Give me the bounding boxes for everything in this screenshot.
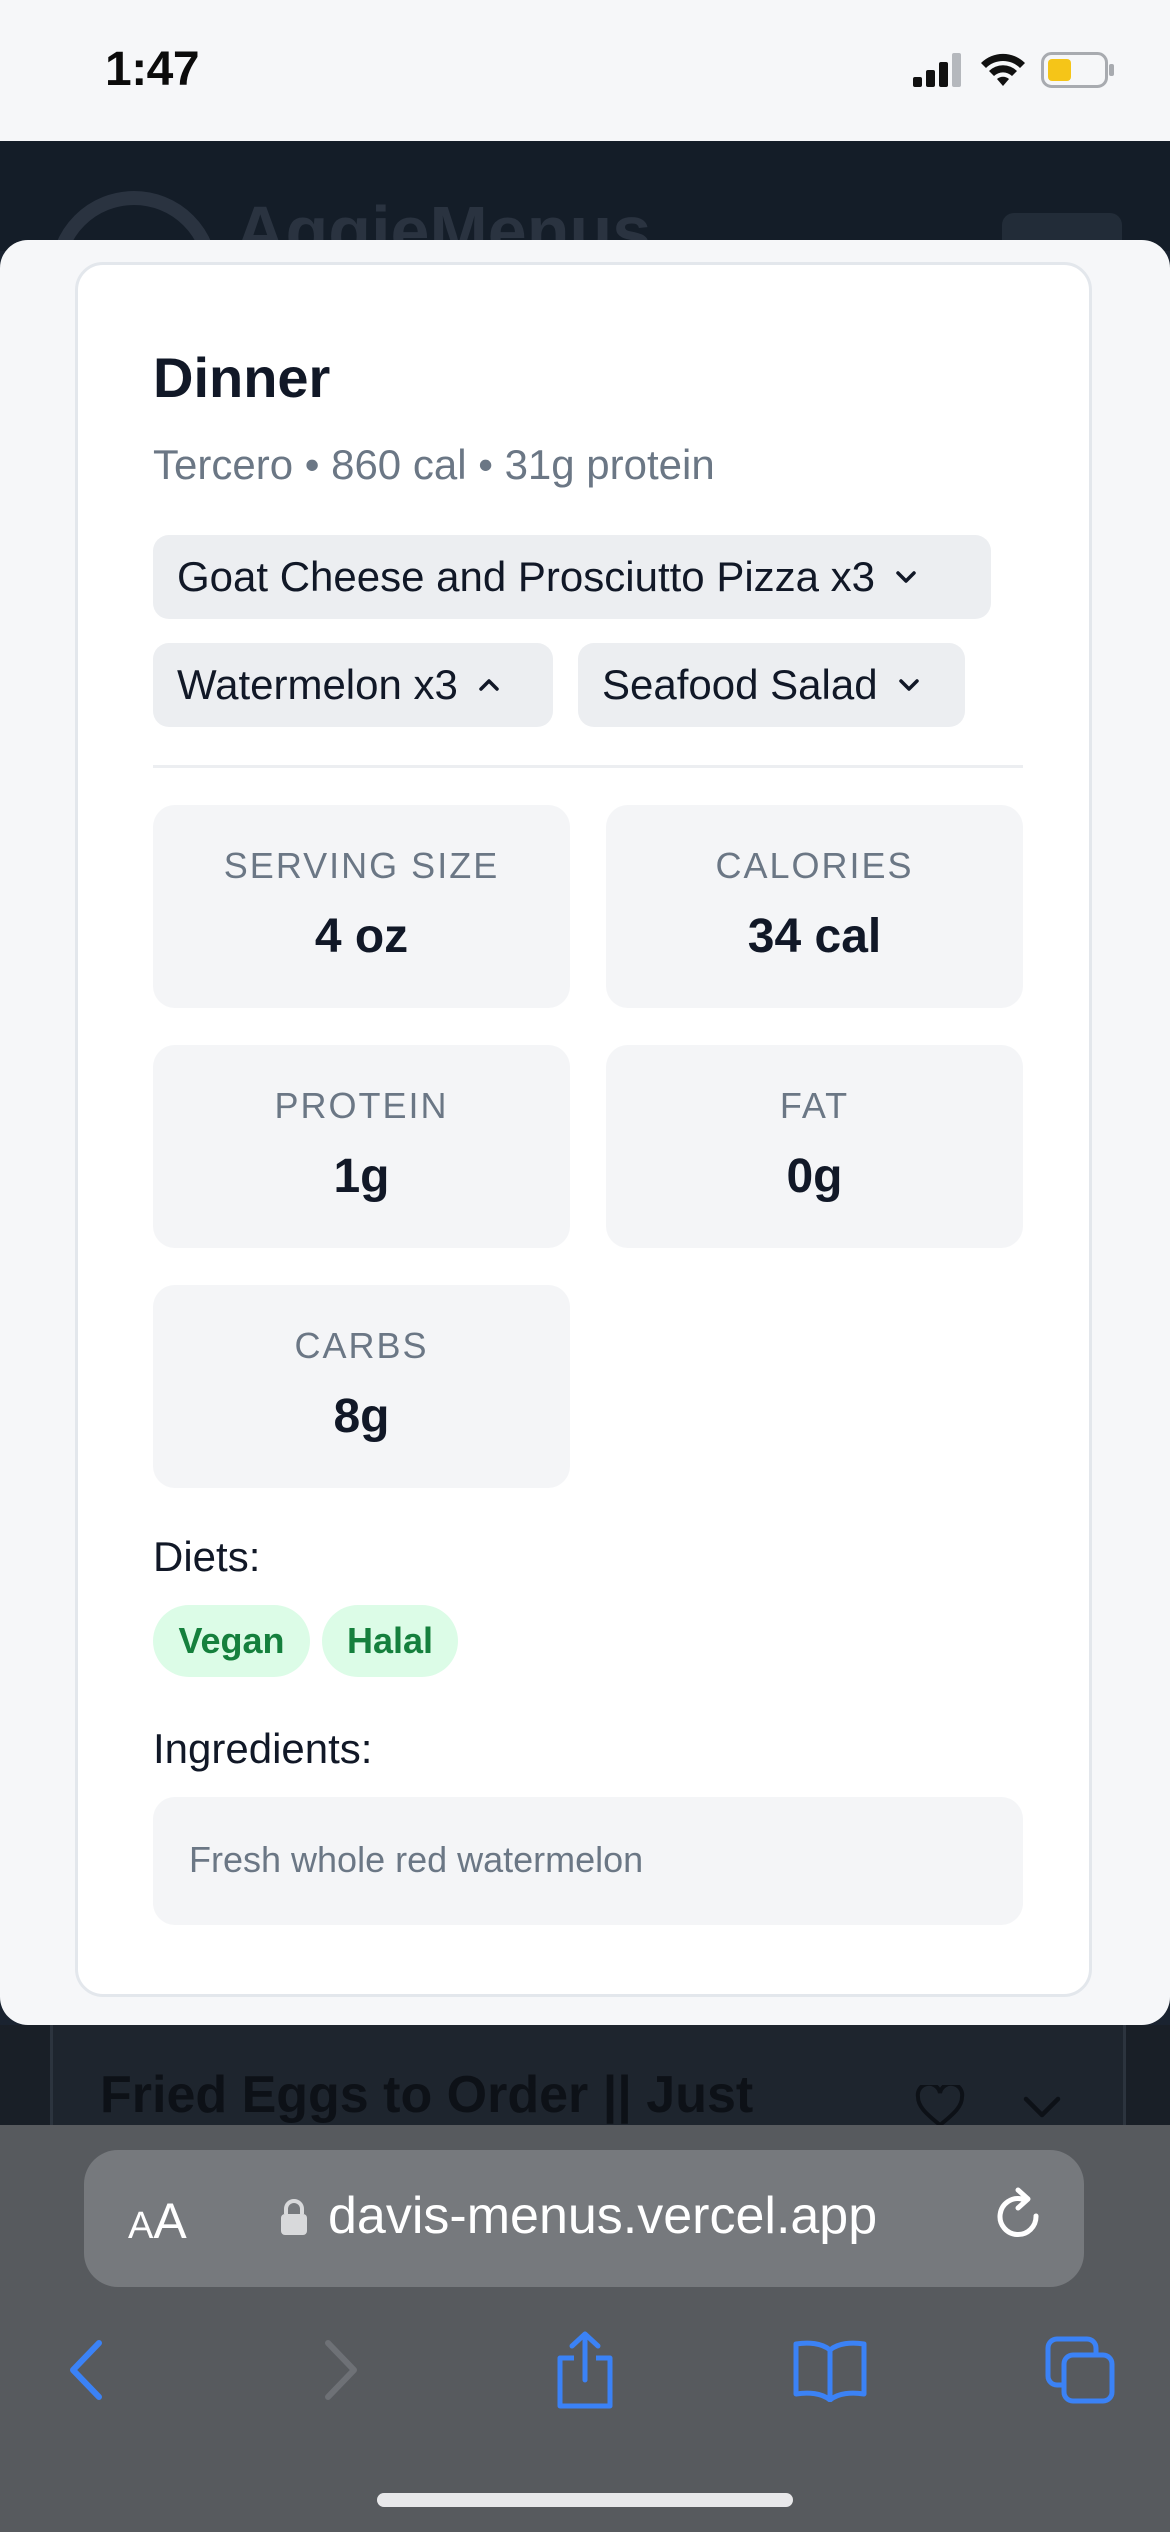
diets-label: Diets: — [153, 1533, 261, 1580]
item-chip-label: Seafood Salad — [602, 661, 878, 708]
wifi-icon — [981, 53, 1025, 86]
calories-stat: CALORIES 34 cal — [606, 805, 1023, 1008]
stat-value: 0g — [786, 1150, 843, 1203]
forward-button[interactable] — [295, 2325, 385, 2415]
share-icon — [557, 2331, 613, 2409]
chevron-up-icon — [476, 672, 502, 698]
site-header: AggieMenus — [0, 141, 1170, 359]
menu-item-title: Fried Eggs to Order || Just — [100, 2066, 754, 2124]
protein-stat: PROTEIN 1g — [153, 1045, 570, 1248]
status-bar: 1:47 — [0, 0, 1170, 141]
meal-detail-sheet: Dinner Tercero • 860 cal • 31g protein G… — [0, 240, 1170, 2025]
stat-label: CALORIES — [715, 845, 914, 886]
stat-label: FAT — [779, 1085, 850, 1126]
carbs-stat: CARBS 8g — [153, 1285, 570, 1488]
stat-value: 1g — [333, 1150, 390, 1203]
status-icons — [913, 52, 1115, 88]
item-chip-pizza[interactable]: Goat Cheese and Prosciutto Pizza x3 — [153, 535, 991, 619]
aa-big: A — [153, 2193, 187, 2249]
divider — [153, 765, 1023, 768]
item-chip-label: Goat Cheese and Prosciutto Pizza x3 — [177, 553, 876, 600]
reader-aa-button[interactable]: AA — [128, 2192, 187, 2250]
diet-badge-halal: Halal — [322, 1605, 458, 1677]
address-bar[interactable]: AA davis-menus.vercel.app — [84, 2150, 1084, 2287]
tabs-icon — [1045, 2336, 1115, 2404]
meal-title: Dinner — [153, 346, 331, 409]
chevron-down-icon[interactable] — [1020, 2093, 1064, 2121]
back-button[interactable] — [42, 2325, 132, 2415]
reload-icon[interactable] — [992, 2186, 1048, 2248]
status-time: 1:47 — [105, 43, 200, 96]
battery-icon — [1041, 52, 1114, 88]
meal-card: Dinner Tercero • 860 cal • 31g protein G… — [75, 262, 1092, 1997]
url-text: davis-menus.vercel.app — [328, 2187, 878, 2245]
aa-small: A — [128, 2205, 154, 2247]
item-chip-label: Watermelon x3 — [177, 661, 458, 708]
chevron-right-icon — [325, 2340, 357, 2400]
bookmarks-button[interactable] — [785, 2325, 875, 2415]
stat-value: 4 oz — [314, 910, 409, 963]
chevron-down-icon — [896, 672, 922, 698]
stat-label: SERVING SIZE — [223, 845, 500, 886]
browser-bottom-bar: AA davis-menus.vercel.app — [0, 2125, 1170, 2532]
item-chip-seafood-salad[interactable]: Seafood Salad — [578, 643, 965, 727]
diet-badge-vegan: Vegan — [153, 1605, 310, 1677]
ingredients-label: Ingredients: — [153, 1725, 373, 1772]
book-icon — [793, 2340, 867, 2402]
stat-value: 8g — [333, 1390, 390, 1443]
lock-icon — [281, 2199, 307, 2235]
home-indicator[interactable] — [377, 2493, 793, 2507]
chevron-left-icon — [70, 2340, 102, 2400]
ingredients-text: Fresh whole red watermelon — [189, 1839, 644, 1880]
share-button[interactable] — [540, 2325, 630, 2415]
stat-label: CARBS — [294, 1325, 429, 1366]
tabs-button[interactable] — [1035, 2325, 1125, 2415]
chevron-down-icon — [893, 564, 919, 590]
item-chip-watermelon[interactable]: Watermelon x3 — [153, 643, 553, 727]
meal-subtitle: Tercero • 860 cal • 31g protein — [153, 441, 715, 488]
serving-size-stat: SERVING SIZE 4 oz — [153, 805, 570, 1008]
stat-label: PROTEIN — [274, 1085, 449, 1126]
background-menu-item[interactable]: Fried Eggs to Order || Just — [0, 2025, 1170, 2128]
fat-stat: FAT 0g — [606, 1045, 1023, 1248]
ingredients-box: Fresh whole red watermelon — [153, 1797, 1023, 1925]
stat-value: 34 cal — [747, 910, 882, 963]
heart-icon[interactable] — [915, 2085, 965, 2129]
cellular-signal-icon — [913, 53, 961, 87]
